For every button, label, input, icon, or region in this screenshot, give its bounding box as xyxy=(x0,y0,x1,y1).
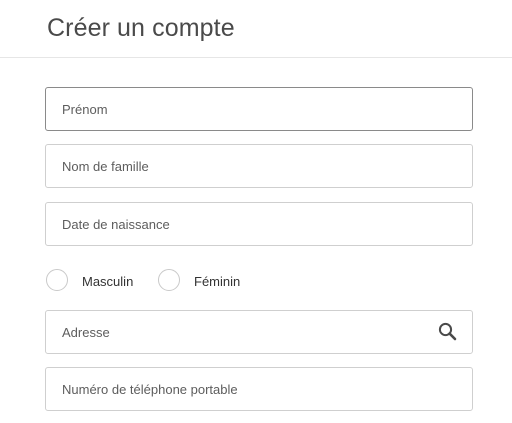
address-field-box xyxy=(45,310,473,354)
mobile-phone-field-box xyxy=(45,367,473,411)
page-header: Créer un compte xyxy=(0,0,512,58)
female-radio-button[interactable] xyxy=(158,269,180,291)
mobile-phone-input[interactable] xyxy=(46,368,472,410)
first-name-field-box xyxy=(45,87,473,131)
create-account-page: Créer un compte Masculin Féminin xyxy=(0,0,512,423)
male-radio-label: Masculin xyxy=(82,274,134,289)
page-title: Créer un compte xyxy=(47,14,235,42)
last-name-field-box xyxy=(45,144,473,188)
male-radio-button[interactable] xyxy=(46,269,68,291)
female-radio-label: Féminin xyxy=(194,274,241,289)
address-input[interactable] xyxy=(46,311,472,353)
search-icon[interactable] xyxy=(438,322,458,342)
gender-radio-group: Masculin Féminin xyxy=(46,269,346,293)
birth-date-field-box xyxy=(45,202,473,246)
birth-date-input[interactable] xyxy=(46,203,472,245)
last-name-input[interactable] xyxy=(46,145,472,187)
first-name-input[interactable] xyxy=(46,88,472,130)
